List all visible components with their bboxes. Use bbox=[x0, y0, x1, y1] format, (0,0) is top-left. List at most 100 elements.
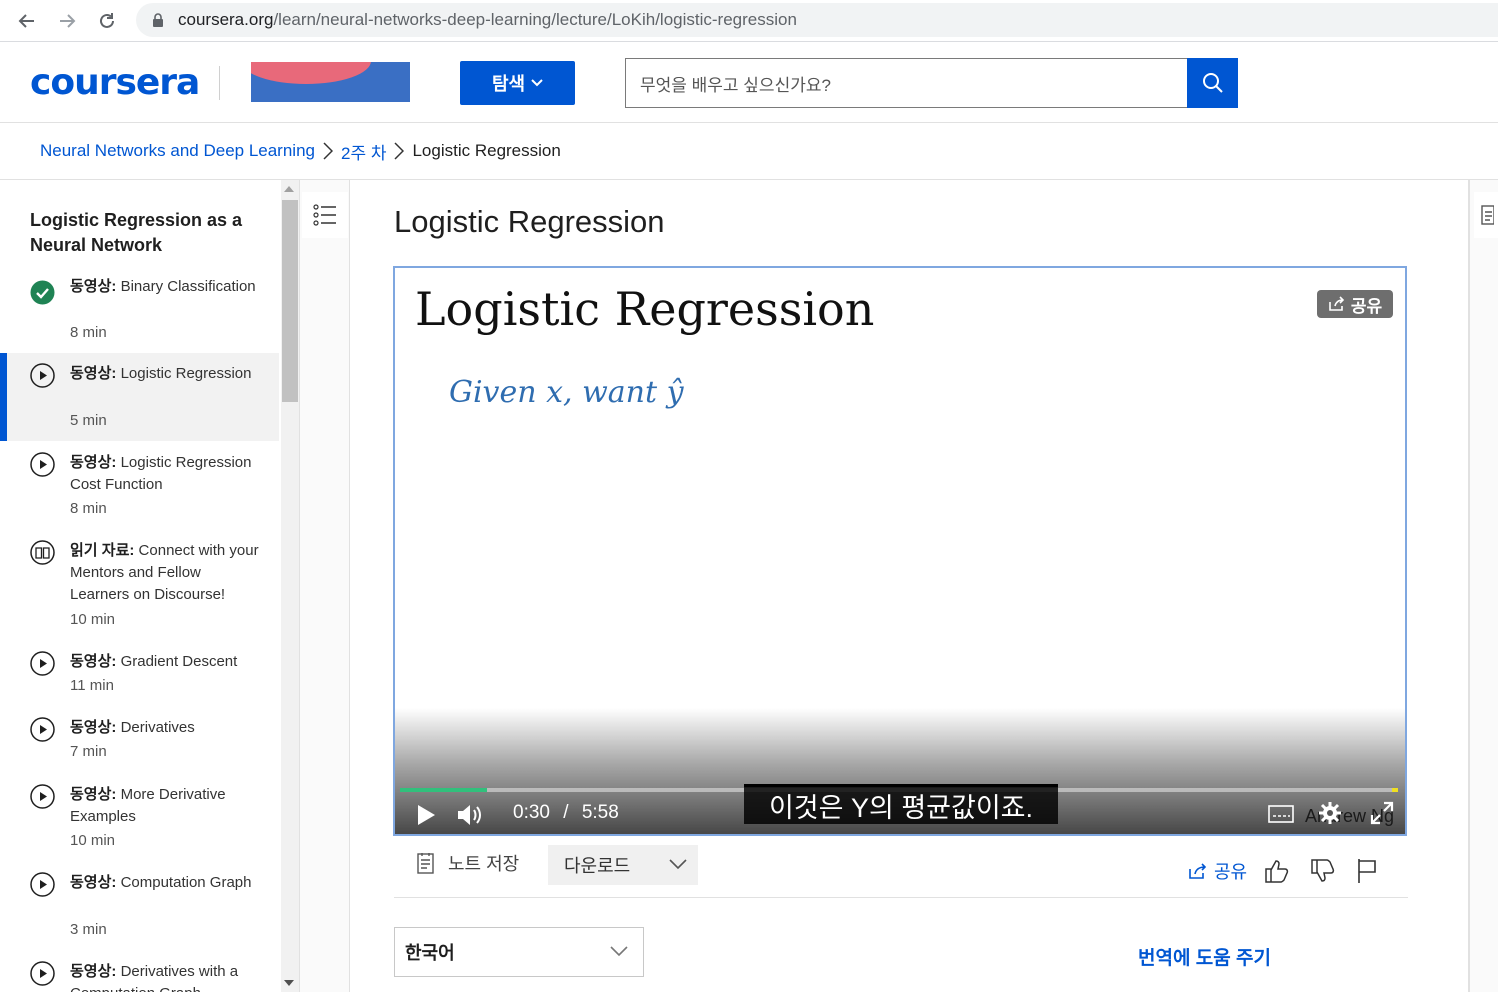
language-label: 한국어 bbox=[405, 943, 455, 963]
search-button[interactable] bbox=[1187, 58, 1238, 108]
sidebar-item-label: 동영상: Derivatives with a Computation Grap… bbox=[70, 961, 260, 992]
handwriting-text: Given x, want ŷ bbox=[449, 375, 685, 410]
reload-button[interactable] bbox=[92, 6, 122, 36]
item-title: Gradient Descent bbox=[120, 653, 238, 670]
play-circle-icon bbox=[30, 872, 55, 897]
forward-button[interactable] bbox=[52, 6, 82, 36]
download-dropdown[interactable]: 다운로드 bbox=[548, 845, 698, 885]
sidebar-item-binary-classification[interactable]: 동영상: Binary Classification 8 min bbox=[0, 270, 279, 348]
play-circle-icon bbox=[30, 717, 55, 742]
sidebar-item-computation-graph[interactable]: 동영상: Computation Graph 3 min bbox=[0, 872, 279, 950]
lecture-actions: 노트 저장 다운로드 공유 bbox=[394, 844, 1408, 898]
play-button[interactable] bbox=[413, 802, 439, 828]
search-input[interactable]: 무엇을 배우고 싶으신가요? bbox=[625, 58, 1188, 108]
sidebar-item-discourse-reading[interactable]: 읽기 자료: Connect with your Mentors and Fel… bbox=[0, 540, 279, 640]
breadcrumb-week[interactable]: 2주 차 bbox=[341, 139, 386, 164]
arrow-right-icon bbox=[60, 14, 76, 28]
chevron-down-icon bbox=[669, 859, 687, 870]
dislike-button[interactable] bbox=[1308, 856, 1338, 886]
play-icon bbox=[418, 805, 435, 825]
item-title: Derivatives bbox=[120, 719, 195, 736]
breadcrumb-current: Logistic Regression bbox=[412, 141, 561, 160]
share-button[interactable]: 공유 bbox=[1188, 858, 1247, 884]
sidebar-item-derivatives[interactable]: 동영상: Derivatives 7 min bbox=[0, 717, 279, 773]
report-button[interactable] bbox=[1352, 856, 1382, 886]
save-note-label: 노트 저장 bbox=[448, 854, 520, 874]
current-time: 0:30 bbox=[513, 802, 550, 823]
scroll-up-arrow-icon[interactable] bbox=[284, 186, 294, 192]
volume-icon bbox=[458, 805, 481, 825]
sidebar-item-label: 동영상: Computation Graph bbox=[70, 872, 260, 894]
back-button[interactable] bbox=[12, 6, 42, 36]
arrow-left-icon bbox=[18, 14, 34, 28]
volume-button[interactable] bbox=[455, 800, 485, 830]
sidebar-item-more-derivative-examples[interactable]: 동영상: More Derivative Examples 10 min bbox=[0, 784, 279, 862]
play-circle-icon bbox=[30, 452, 55, 477]
sidebar-item-label: 동영상: Logistic Regression bbox=[70, 363, 260, 385]
sidebar-item-label: 동영상: More Derivative Examples bbox=[70, 784, 260, 828]
progress-played bbox=[400, 788, 487, 792]
sidebar-item-label: 동영상: Gradient Descent bbox=[70, 651, 260, 673]
sidebar-item-derivatives-computation-graph[interactable]: 동영상: Derivatives with a Computation Grap… bbox=[0, 961, 279, 992]
help-translate-link[interactable]: 번역에 도움 주기 bbox=[1138, 943, 1271, 970]
captions-icon bbox=[1268, 805, 1294, 823]
explore-label: 탐색 bbox=[491, 74, 526, 94]
explore-button[interactable]: 탐색 bbox=[460, 61, 575, 105]
chevron-down-icon bbox=[610, 946, 628, 957]
scroll-down-arrow-icon[interactable] bbox=[284, 980, 294, 986]
item-type: 동영상: bbox=[70, 874, 117, 891]
sidebar-item-logistic-regression[interactable]: 동영상: Logistic Regression 5 min bbox=[0, 353, 279, 441]
item-type: 동영상: bbox=[70, 278, 117, 295]
time-separator: / bbox=[563, 802, 569, 823]
sidebar-item-cost-function[interactable]: 동영상: Logistic Regression Cost Function 8… bbox=[0, 450, 279, 528]
fullscreen-button[interactable] bbox=[1369, 800, 1395, 826]
share-icon bbox=[1189, 863, 1207, 879]
expand-icon bbox=[1370, 801, 1394, 825]
url-text: coursera.org/learn/neural-networks-deep-… bbox=[178, 10, 797, 30]
address-bar[interactable]: coursera.org/learn/neural-networks-deep-… bbox=[136, 3, 1498, 37]
captions-button[interactable] bbox=[1267, 802, 1295, 826]
checkmark-circle-icon bbox=[30, 280, 55, 305]
item-title: Logistic Regression bbox=[120, 365, 252, 382]
item-type: 동영상: bbox=[70, 365, 117, 382]
item-title: Binary Classification bbox=[120, 278, 256, 295]
coursera-logo[interactable]: coursera bbox=[30, 62, 200, 103]
settings-button[interactable] bbox=[1317, 800, 1343, 826]
transcript-language-select[interactable]: 한국어 bbox=[394, 927, 644, 977]
logo-divider bbox=[219, 66, 220, 100]
item-type: 동영상: bbox=[70, 454, 117, 471]
browser-toolbar: coursera.org/learn/neural-networks-deep-… bbox=[0, 0, 1498, 42]
item-duration: 8 min bbox=[70, 500, 107, 517]
progress-marker bbox=[1392, 788, 1398, 792]
toc-toggle-button[interactable] bbox=[302, 192, 348, 238]
video-share-label: 공유 bbox=[1350, 296, 1383, 316]
save-note-button[interactable]: 노트 저장 bbox=[416, 850, 519, 876]
breadcrumb: Neural Networks and Deep Learning 2주 차 L… bbox=[0, 123, 1498, 180]
banner-shape bbox=[251, 62, 371, 84]
chevron-down-icon bbox=[531, 79, 543, 87]
item-duration: 11 min bbox=[70, 677, 114, 694]
flag-icon bbox=[1358, 859, 1376, 883]
like-button[interactable] bbox=[1262, 856, 1292, 886]
book-circle-icon bbox=[30, 540, 55, 565]
sidebar-scroll-thumb[interactable] bbox=[282, 200, 298, 402]
video-share-button[interactable]: 공유 bbox=[1317, 290, 1393, 318]
item-type: 동영상: bbox=[70, 963, 117, 980]
url-path: /learn/neural-networks-deep-learning/lec… bbox=[273, 10, 797, 29]
site-header: coursera 탐색 무엇을 배우고 싶으신가요? bbox=[0, 42, 1498, 123]
item-duration: 5 min bbox=[70, 412, 107, 429]
item-title: Computation Graph bbox=[120, 874, 252, 891]
lock-icon bbox=[150, 12, 166, 28]
video-player[interactable]: Logistic Regression Given x, want ŷ 공유 0… bbox=[393, 266, 1407, 836]
partner-banner[interactable] bbox=[251, 62, 410, 102]
notes-panel-toggle[interactable] bbox=[1474, 192, 1498, 238]
item-duration: 10 min bbox=[70, 611, 116, 628]
search-icon bbox=[1202, 73, 1223, 93]
notes-icon bbox=[1481, 205, 1494, 225]
slide-handwriting: Given x, want ŷ bbox=[449, 375, 685, 410]
gear-icon bbox=[1319, 802, 1341, 824]
sidebar-item-gradient-descent[interactable]: 동영상: Gradient Descent 11 min bbox=[0, 651, 279, 707]
breadcrumb-course[interactable]: Neural Networks and Deep Learning bbox=[40, 141, 315, 161]
item-type: 동영상: bbox=[70, 786, 117, 803]
download-label: 다운로드 bbox=[564, 856, 631, 876]
